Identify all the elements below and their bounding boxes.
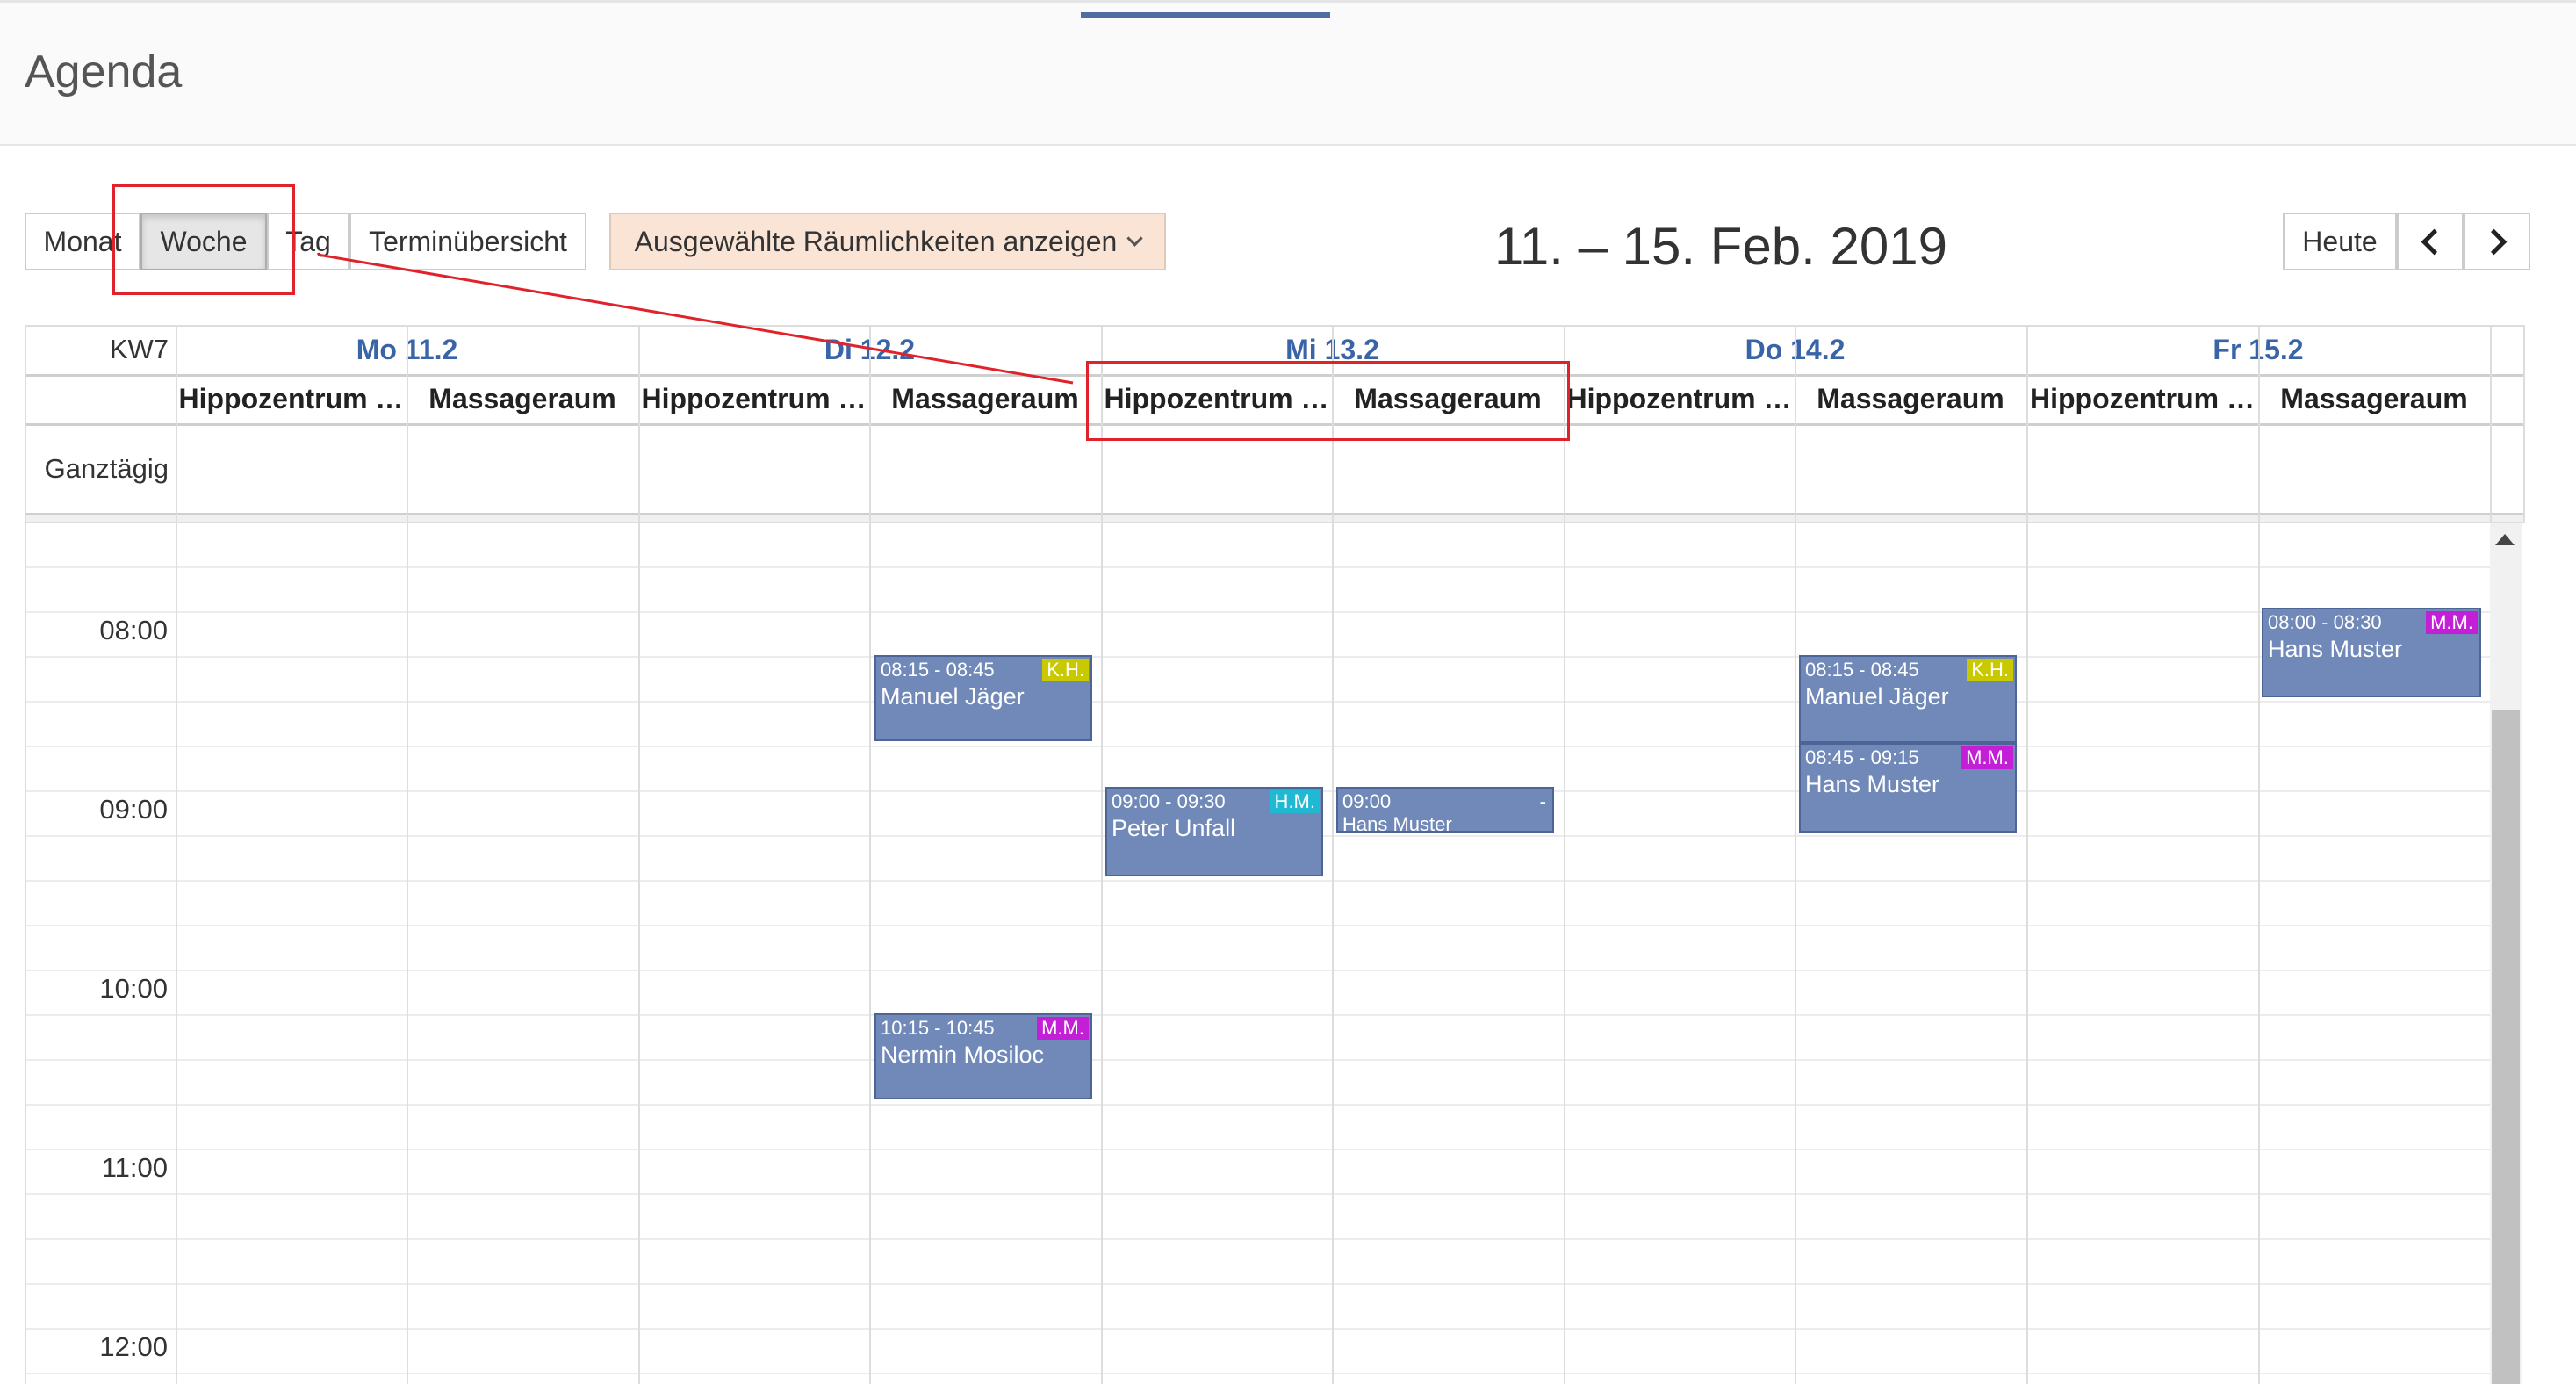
annotation-arrow-line [317, 253, 1074, 385]
annotation-connector [317, 253, 1074, 385]
